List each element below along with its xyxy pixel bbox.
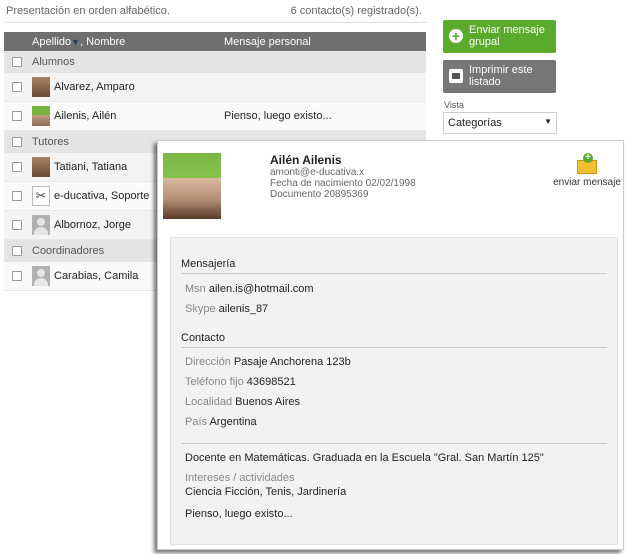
- group-label: Alumnos: [32, 56, 75, 68]
- field-country: País Argentina: [185, 416, 257, 428]
- group-checkbox[interactable]: [12, 57, 22, 67]
- profile-bio: Docente en Matemáticas. Graduada en la E…: [185, 452, 544, 464]
- group-label: Coordinadores: [32, 245, 105, 257]
- chevron-down-icon: ▼: [544, 117, 552, 126]
- avatar: [32, 266, 50, 286]
- profile-photo: [163, 153, 221, 219]
- divider: [4, 22, 426, 23]
- row-checkbox[interactable]: [12, 82, 22, 92]
- presentation-text: Presentación en orden alfabético.: [6, 5, 170, 17]
- print-label: Imprimir este listado: [469, 64, 533, 88]
- column-name-label: Apellido: [32, 36, 72, 48]
- interests-value: Ciencia Ficción, Tenis, Jardinería: [185, 486, 347, 498]
- field-address: Dirección Pasaje Anchorena 123b: [185, 356, 351, 368]
- send-message-button[interactable]: + enviar mensaje: [553, 153, 621, 189]
- contact-name[interactable]: Ailenis, Ailén: [54, 110, 116, 122]
- contact-name[interactable]: e-ducativa, Soporte: [54, 190, 149, 202]
- contact-name[interactable]: Tatiani, Tatiana: [54, 161, 127, 173]
- contact-count: 6 contacto(s) registrado(s).: [290, 5, 422, 17]
- view-select[interactable]: Categorías ▼: [443, 112, 557, 134]
- contact-name[interactable]: Carabias, Camila: [54, 270, 138, 282]
- row-checkbox[interactable]: [12, 162, 22, 172]
- group-checkbox[interactable]: [12, 246, 22, 256]
- print-list-button[interactable]: Imprimir este listado: [443, 60, 556, 93]
- personal-quote: Pienso, luego existo...: [185, 508, 293, 520]
- table-header: Apellido▼, Nombre Mensaje personal: [4, 32, 426, 51]
- column-header-message: Mensaje personal: [224, 36, 311, 48]
- view-select-value: Categorías: [448, 117, 502, 129]
- profile-name: Ailén Ailenis: [270, 153, 342, 167]
- field-city: Localidad Buenos Aires: [185, 396, 300, 408]
- avatar: [32, 106, 50, 126]
- sort-down-icon[interactable]: ▼: [71, 37, 80, 47]
- column-header-name[interactable]: Apellido▼, Nombre: [32, 36, 125, 48]
- avatar: [32, 157, 50, 177]
- avatar: [32, 77, 50, 97]
- group-checkbox[interactable]: [12, 137, 22, 147]
- printer-icon: [449, 69, 463, 83]
- section-title-mensajeria: Mensajería: [181, 258, 236, 270]
- profile-email: amonti@e-ducativa.x: [270, 167, 365, 178]
- contact-profile-popup: Ailén Ailenis amonti@e-ducativa.x Fecha …: [157, 140, 624, 550]
- plus-icon: +: [449, 29, 463, 43]
- row-checkbox[interactable]: [12, 271, 22, 281]
- group-row-alumnos: Alumnos: [4, 51, 426, 73]
- table-row[interactable]: Alvarez, Amparo: [4, 73, 426, 102]
- view-label: Vista: [444, 100, 464, 110]
- row-checkbox[interactable]: [12, 220, 22, 230]
- group-label: Tutores: [32, 136, 69, 148]
- interests-label: Intereses / actividades: [185, 472, 295, 484]
- contact-name[interactable]: Albornoz, Jorge: [54, 219, 131, 231]
- profile-document: Documento 20895369: [270, 189, 369, 200]
- divider: [181, 347, 607, 348]
- envelope-icon: +: [577, 153, 597, 175]
- divider: [181, 273, 607, 274]
- divider: [181, 443, 607, 444]
- field-skype: Skype ailenis_87: [185, 303, 269, 315]
- row-checkbox[interactable]: [12, 111, 22, 121]
- list-summary-bar: Presentación en orden alfabético. 6 cont…: [4, 0, 422, 22]
- profile-details-card: Mensajería Msn ailen.is@hotmail.com Skyp…: [170, 237, 618, 545]
- group-message-label: Enviar mensaje grupal: [469, 24, 545, 48]
- table-row[interactable]: Ailenis, Ailén Pienso, luego existo...: [4, 102, 426, 131]
- tools-icon: ✂: [32, 186, 50, 206]
- contact-name[interactable]: Alvarez, Amparo: [54, 81, 135, 93]
- avatar: [32, 215, 50, 235]
- column-name-label-2: , Nombre: [80, 36, 126, 48]
- field-msn: Msn ailen.is@hotmail.com: [185, 283, 314, 295]
- send-message-label: enviar mensaje: [553, 177, 621, 188]
- section-title-contacto: Contacto: [181, 332, 226, 344]
- field-phone: Teléfono fijo 43698521: [185, 376, 296, 388]
- profile-birthdate: Fecha de nacimiento 02/02/1998: [270, 178, 416, 189]
- personal-message: Pienso, luego existo...: [224, 110, 332, 122]
- row-checkbox[interactable]: [12, 191, 22, 201]
- group-message-button[interactable]: + Enviar mensaje grupal: [443, 20, 556, 53]
